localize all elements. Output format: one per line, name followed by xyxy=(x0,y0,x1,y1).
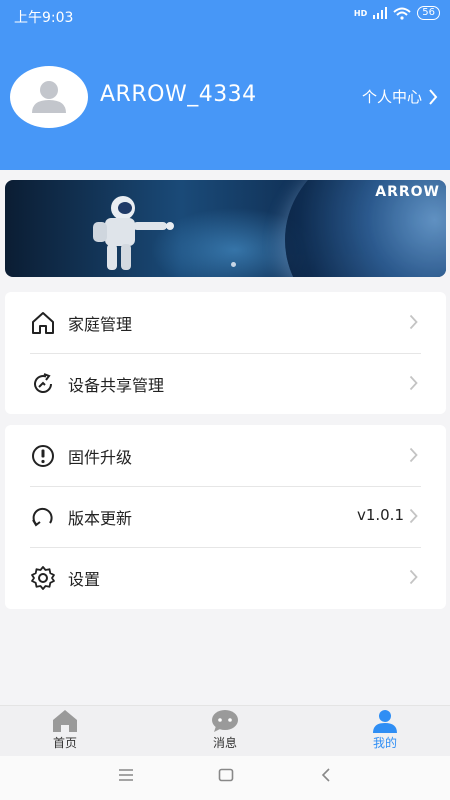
update-icon xyxy=(32,507,53,527)
home-icon xyxy=(32,312,54,334)
menu-group-management: 家庭管理 设备共享管理 xyxy=(5,292,446,414)
tab-messages[interactable]: 消息 xyxy=(185,709,265,751)
version-value: v1.0.1 xyxy=(356,506,404,524)
status-time: 上午9:03 xyxy=(14,10,74,26)
menu-item-home-management[interactable]: 家庭管理 xyxy=(5,292,446,353)
home-tab-icon xyxy=(53,710,77,732)
chevron-right-icon xyxy=(409,447,418,463)
status-bar: 上午9:03 HD 56 xyxy=(0,0,450,32)
menu-item-settings[interactable]: 设置 xyxy=(5,547,446,608)
share-icon xyxy=(34,373,52,393)
tab-label: 我的 xyxy=(372,736,397,750)
username: ARROW_4334 xyxy=(100,82,257,107)
wifi-icon xyxy=(393,7,411,20)
avatar[interactable] xyxy=(10,66,88,128)
astronaut-graphic xyxy=(93,196,174,270)
back-icon[interactable] xyxy=(320,768,332,782)
profile-center-label: 个人中心 xyxy=(361,88,422,106)
network-label: HD xyxy=(353,8,368,18)
menu-item-label: 设备共享管理 xyxy=(68,376,165,395)
chevron-right-icon xyxy=(409,508,418,524)
tab-home[interactable]: 首页 xyxy=(25,709,105,751)
system-navigation-bar xyxy=(0,756,450,800)
profile-header: 上午9:03 HD 56 ARROW_4334 个人中心 xyxy=(0,0,450,170)
promo-banner[interactable]: ARROW xyxy=(5,180,446,277)
message-icon xyxy=(212,710,238,732)
user-avatar-icon xyxy=(32,81,66,113)
tab-label: 首页 xyxy=(52,736,77,750)
menu-item-version-update[interactable]: 版本更新 v1.0.1 xyxy=(5,486,446,547)
tab-mine[interactable]: 我的 xyxy=(345,709,425,751)
chevron-right-icon xyxy=(409,314,418,330)
carousel-indicator[interactable] xyxy=(231,262,236,267)
menu-icon[interactable] xyxy=(118,768,134,782)
chevron-right-icon xyxy=(409,569,418,585)
home-button-icon[interactable] xyxy=(218,768,234,782)
firmware-icon xyxy=(32,445,54,467)
status-icons: HD 56 xyxy=(354,6,440,20)
bottom-tab-bar: 首页 消息 我的 xyxy=(0,705,450,756)
signal-icon xyxy=(373,7,388,19)
menu-item-device-sharing[interactable]: 设备共享管理 xyxy=(5,353,446,414)
menu-item-firmware-upgrade[interactable]: 固件升级 xyxy=(5,425,446,486)
profile-center-link[interactable]: 个人中心 xyxy=(362,86,438,107)
user-icon xyxy=(373,710,397,733)
chevron-right-icon xyxy=(409,375,418,391)
menu-item-label: 家庭管理 xyxy=(68,315,133,334)
battery-indicator: 56 xyxy=(417,6,440,20)
gear-icon xyxy=(31,566,55,590)
menu-item-label: 设置 xyxy=(68,570,101,589)
menu-item-label: 版本更新 xyxy=(68,509,133,528)
brand-logo: ARROW xyxy=(375,184,440,200)
chevron-right-icon xyxy=(429,88,438,105)
tab-label: 消息 xyxy=(212,736,237,750)
menu-group-system: 固件升级 版本更新 v1.0.1 设置 xyxy=(5,425,446,609)
menu-item-label: 固件升级 xyxy=(68,448,133,467)
